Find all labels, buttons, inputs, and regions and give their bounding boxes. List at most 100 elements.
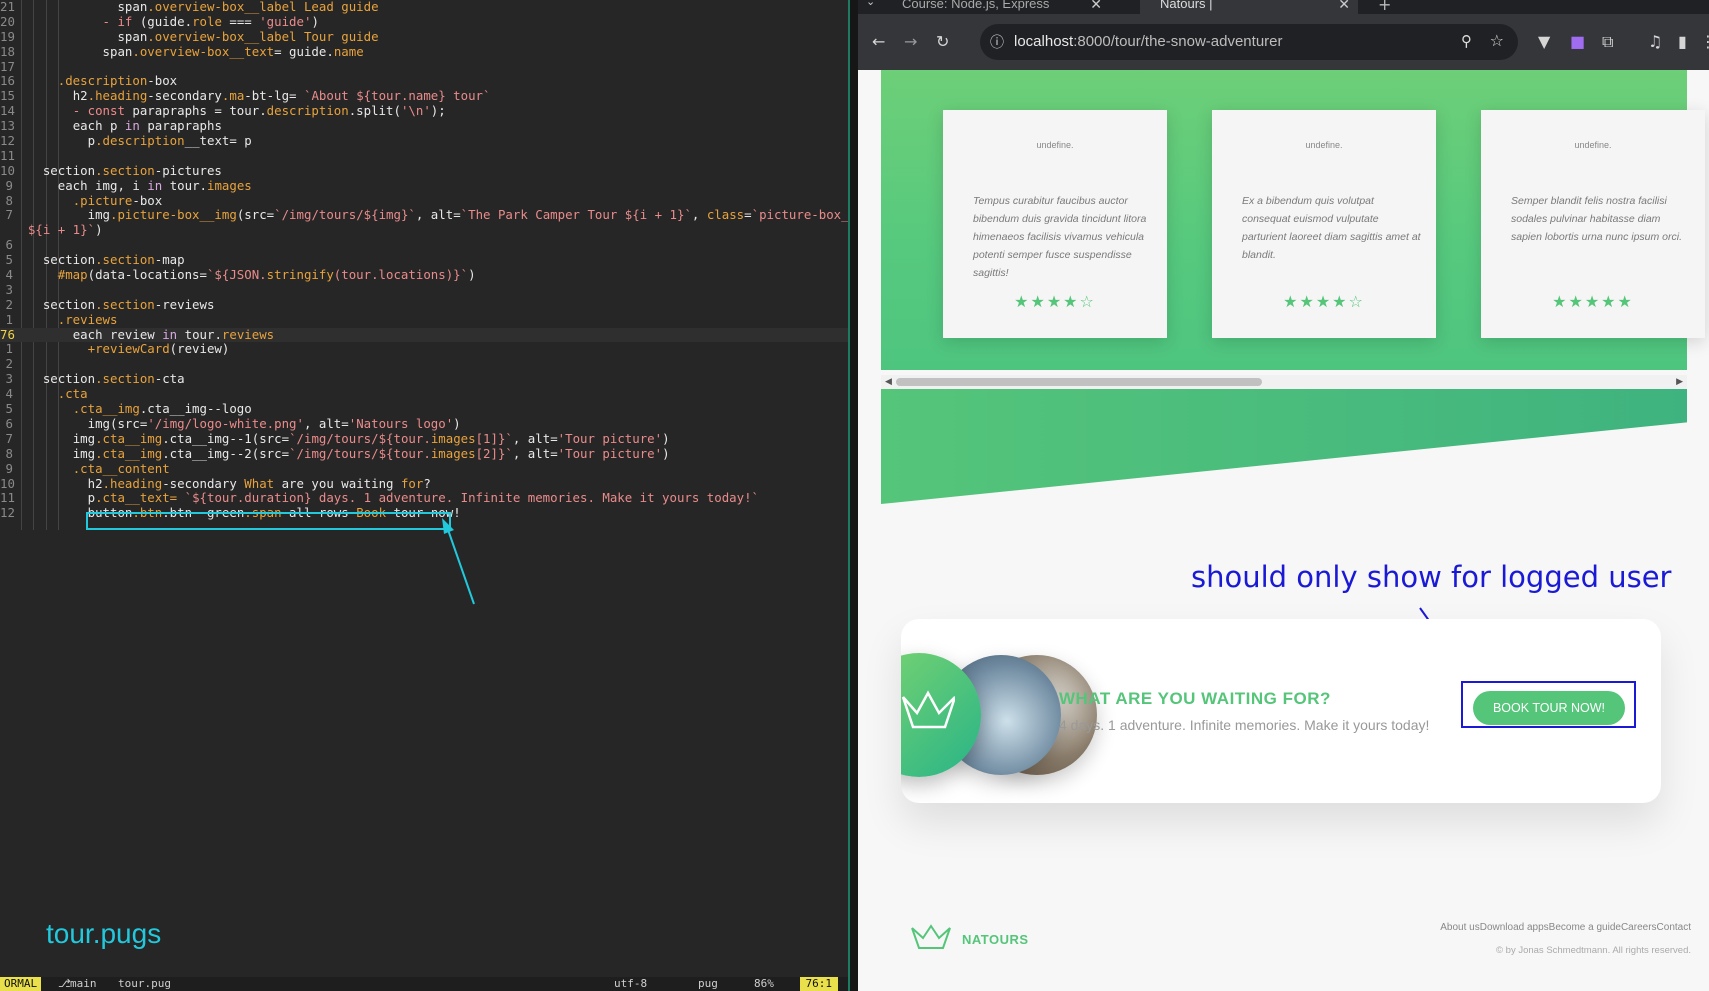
browser-toolbar: ← → ↻ ⓘ localhost:8000/tour/the-snow-adv… [858, 14, 1709, 70]
line-number: 3 [5, 281, 13, 297]
review-card: undefine. Ex a bibendum quis volutpat co… [1212, 110, 1436, 338]
zoom-icon[interactable]: ⚲ [1461, 32, 1472, 50]
site-info-icon[interactable]: ⓘ [990, 32, 1004, 52]
extension-icon[interactable]: ■ [1570, 32, 1585, 52]
code-line[interactable]: 3 section.section-cta [0, 371, 848, 387]
code-line[interactable]: 7 img.cta__img.cta__img--1(src=`/img/tou… [0, 430, 848, 447]
code-line[interactable]: 19 span.overview-box__label Tour guide [0, 29, 848, 45]
browser-window: ⌄ Course: Node.js, Express ✕ Natours | ✕… [858, 0, 1709, 991]
line-number: 15 [0, 88, 15, 104]
code-line[interactable]: 10 h2.heading-secondary What are you wai… [0, 476, 848, 492]
code-token: `${tour.duration} days. 1 adventure. Inf… [184, 490, 760, 506]
web-page[interactable]: undefine. Tempus curabitur faucibus auct… [858, 70, 1709, 991]
code-line[interactable]: 13 each p in parapraphs [0, 118, 848, 134]
new-tab-icon[interactable]: + [1378, 0, 1391, 14]
code-line[interactable]: 12 p.description__text= p [0, 133, 848, 149]
code-token: img, i [95, 177, 148, 193]
code-line[interactable]: ${i + 1}`) [0, 222, 848, 238]
code-token: [1]}` [475, 430, 513, 446]
footer-brand: NATOURS [962, 932, 1029, 947]
code-line[interactable]: 16 .description-box [0, 74, 848, 89]
scroll-right-icon[interactable]: ▶ [1676, 375, 1683, 389]
code-line[interactable]: 1 +reviewCard(review) [0, 342, 848, 357]
code-line[interactable]: 8 .picture-box [0, 192, 848, 209]
line-number: 12 [0, 505, 15, 521]
code-line[interactable]: 8 img.cta__img.cta__img--2(src=`/img/tou… [0, 445, 848, 462]
scrollbar-thumb[interactable] [896, 378, 1262, 386]
code-token: __text= p [184, 133, 252, 149]
code-line[interactable]: 3 [0, 281, 848, 298]
line-number: 8 [5, 445, 13, 461]
code-line[interactable]: 11 p.cta__text= `${tour.duration} days. … [0, 490, 848, 506]
code-token: span [102, 43, 133, 59]
code-token: , alt= [303, 415, 349, 431]
pane-splitter[interactable] [848, 0, 858, 991]
media-icon[interactable]: ♫ [1648, 32, 1662, 52]
footer-link[interactable]: Careers [1621, 922, 1657, 933]
code-line[interactable]: 18 span.overview-box__text= guide.name [0, 43, 848, 60]
footer-link[interactable]: Download apps [1480, 922, 1549, 933]
code-token: section [42, 162, 96, 178]
extensions-puzzle-icon[interactable]: ⧉ [1602, 32, 1613, 52]
close-icon[interactable]: ✕ [1338, 0, 1350, 14]
code-token: .cta__img [95, 430, 163, 446]
tab-search-icon[interactable]: ⌄ [866, 0, 875, 8]
natours-logo-icon [901, 690, 955, 729]
git-branch: main [70, 977, 97, 990]
close-icon[interactable]: ✕ [1090, 0, 1102, 14]
menu-icon[interactable]: ⋮ [1700, 32, 1709, 52]
code-line[interactable]: 5 section.section-map [0, 252, 848, 268]
code-line[interactable]: 9 each img, i in tour.images [0, 177, 848, 194]
side-panel-icon[interactable]: ▮ [1678, 32, 1687, 52]
code-line[interactable]: 7 img.picture-box__img(src=`/img/tours/$… [0, 208, 848, 223]
code-line[interactable]: 11 [0, 148, 848, 164]
tab-course[interactable]: Course: Node.js, Express ✕ [902, 0, 1110, 14]
code-token: .overview-box__label [147, 0, 304, 14]
code-line[interactable]: 14 - const parapraphs = tour.description… [0, 103, 848, 119]
code-line[interactable]: 5 .cta__img.cta__img--logo [0, 401, 848, 417]
address-bar[interactable]: ⓘ localhost:8000/tour/the-snow-adventure… [980, 24, 1518, 60]
code-line[interactable]: 21 span.overview-box__label Lead guide [0, 0, 848, 15]
code-lines[interactable]: 21 span.overview-box__label Lead guide 20… [0, 0, 848, 521]
horizontal-scrollbar[interactable]: ◀ ▶ [881, 375, 1687, 389]
code-line[interactable]: 6 [0, 237, 848, 253]
code-token: tour. [169, 177, 207, 193]
forward-icon[interactable]: → [904, 32, 917, 52]
code-editor[interactable]: 21 span.overview-box__label Lead guide 20… [0, 0, 848, 991]
code-token: `picture-box__img-- [751, 207, 848, 223]
code-line[interactable]: 1 .reviews [0, 312, 848, 328]
tab-natours[interactable]: Natours | ✕ [1140, 0, 1358, 14]
code-line[interactable]: 20 - if (guide.role === 'guide') [0, 13, 848, 30]
code-token: .cta__img--2 [162, 445, 252, 461]
footer-link[interactable]: About us [1440, 922, 1479, 933]
reload-icon[interactable]: ↻ [936, 32, 949, 52]
code-line[interactable]: 2 section.section-reviews [0, 297, 848, 313]
extension-icon[interactable]: ▼ [1538, 32, 1550, 52]
code-line[interactable]: 10 section.section-pictures [0, 162, 848, 179]
code-line[interactable]: 4 #map(data-locations=`${JSON.stringify(… [0, 267, 848, 283]
url-text[interactable]: localhost:8000/tour/the-snow-adventurer [1014, 33, 1283, 50]
natours-logo-icon [911, 924, 951, 949]
review-card: undefine. Tempus curabitur faucibus auct… [943, 110, 1167, 338]
back-icon[interactable]: ← [872, 32, 885, 52]
book-tour-button[interactable]: BOOK TOUR NOW! [1473, 691, 1625, 725]
code-line[interactable]: 17 [0, 59, 848, 75]
code-line[interactable]: 4 .cta [0, 386, 848, 402]
status-encoding: utf-8 [614, 977, 648, 990]
scroll-left-icon[interactable]: ◀ [885, 375, 892, 389]
line-number: 20 [0, 13, 15, 29]
code-line[interactable]: 2 [0, 356, 848, 372]
code-line[interactable]: 6 img(src='/img/logo-white.png', alt='Na… [0, 415, 848, 432]
code-line[interactable]: 15 h2.heading-secondary.ma-bt-lg= `About… [0, 88, 848, 104]
bookmark-star-icon[interactable]: ☆ [1490, 31, 1504, 50]
footer-link[interactable]: Become a guide [1549, 922, 1621, 933]
code-token: .picture [72, 192, 133, 208]
code-token: .picture-box__img [110, 207, 237, 223]
code-line[interactable]: 9 .cta__content [0, 461, 848, 477]
code-line[interactable]: 76 each review in tour.reviews [0, 327, 848, 343]
code-token: #map [57, 267, 88, 283]
footer-link[interactable]: Contact [1657, 922, 1691, 933]
